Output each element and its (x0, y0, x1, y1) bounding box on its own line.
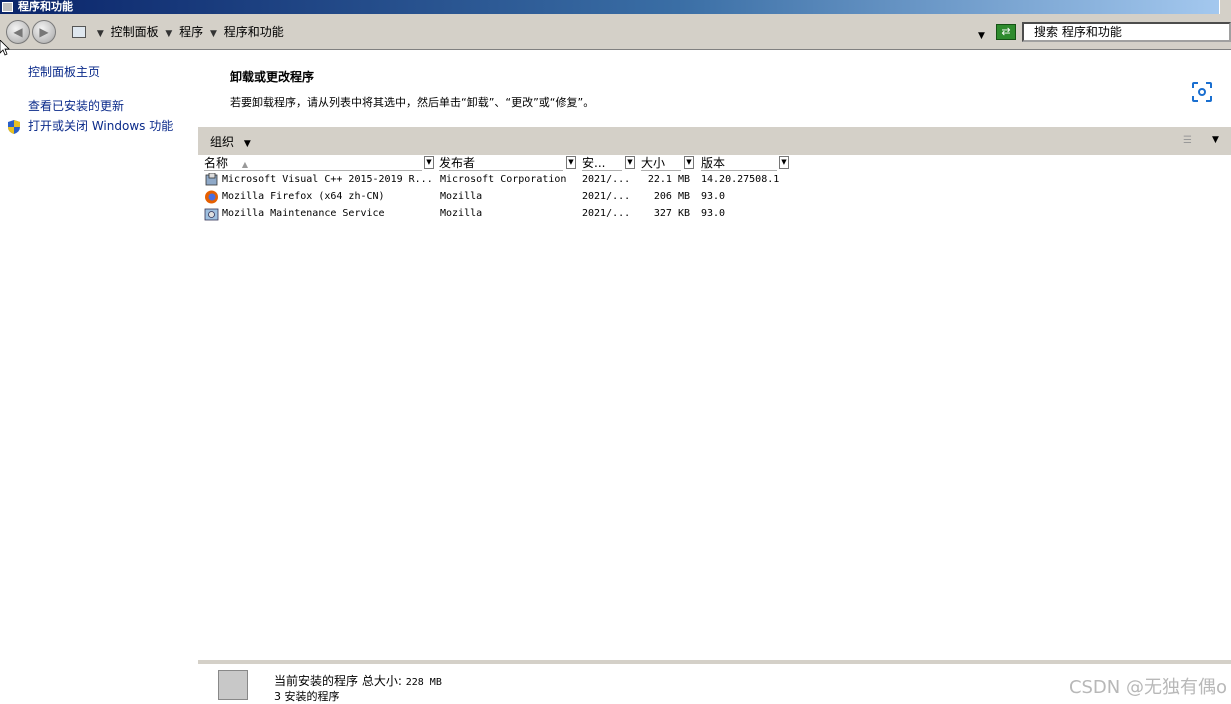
column-header-installed-on[interactable]: 安... (582, 156, 622, 171)
details-current-label: 当前安装的程序 (274, 674, 359, 688)
installer-icon (205, 173, 218, 186)
details-summary: 当前安装的程序 总大小: 228 MB (274, 672, 442, 689)
program-version: 93.0 (701, 191, 726, 202)
chevron-down-icon[interactable]: ▼ (97, 29, 104, 39)
program-name: Mozilla Firefox (x64 zh-CN) (222, 191, 385, 202)
sidebar-link-windows-features[interactable]: 打开或关闭 Windows 功能 (28, 117, 173, 134)
breadcrumb-programs-features[interactable]: 程序和功能 (224, 25, 284, 39)
program-size: 327 KB (653, 208, 690, 219)
column-header-name[interactable]: 名称 ▲ (204, 156, 422, 171)
breadcrumb[interactable]: ▼ 控制面板 ▼ 程序 ▼ 程序和功能 (72, 23, 992, 41)
details-total-size: 228 MB (405, 677, 442, 688)
sidebar-link-home[interactable]: 控制面板主页 (28, 63, 100, 80)
column-filter-publisher[interactable]: ▼ (566, 156, 576, 169)
view-options-icon[interactable]: ☰ (1183, 135, 1197, 147)
program-publisher: Mozilla (440, 208, 483, 219)
breadcrumb-programs[interactable]: 程序 (179, 25, 203, 39)
program-installed-on: 2021/... (582, 208, 631, 219)
window-titlebar[interactable]: 程序和功能 (0, 0, 1231, 14)
program-version: 14.20.27508.1 (701, 174, 780, 185)
sidebar-link-installed-updates[interactable]: 查看已安装的更新 (28, 97, 124, 114)
chevron-down-icon[interactable]: ▼ (165, 29, 172, 39)
sort-ascending-icon: ▲ (241, 160, 248, 169)
command-toolbar: 组织 ▼ ☰ ▼ (198, 127, 1231, 155)
sidebar: 控制面板主页 查看已安装的更新 打开或关闭 Windows 功能 (0, 50, 198, 697)
program-size: 206 MB (653, 191, 690, 202)
control-panel-icon (2, 2, 13, 12)
organize-label: 组织 (210, 135, 235, 149)
column-filter-installed-on[interactable]: ▼ (625, 156, 635, 169)
page-title: 卸载或更改程序 (230, 70, 315, 84)
control-panel-icon (72, 26, 86, 38)
programs-icon (218, 670, 248, 700)
column-header-version[interactable]: 版本 (701, 156, 777, 171)
details-total-label: 总大小: (361, 674, 402, 688)
program-publisher: Microsoft Corporation (440, 174, 567, 185)
address-dropdown-icon[interactable]: ▼ (978, 31, 985, 41)
column-header-name-label: 名称 (204, 156, 229, 170)
chevron-down-icon[interactable]: ▼ (210, 29, 217, 39)
maintenance-service-icon (204, 208, 219, 221)
table-row[interactable]: Mozilla Firefox (x64 zh-CN) Mozilla 2021… (204, 189, 804, 205)
table-row[interactable]: Microsoft Visual C++ 2015-2019 R... Micr… (204, 172, 804, 188)
organize-menu[interactable]: 组织 ▼ (210, 133, 251, 150)
column-header-size[interactable]: 大小 (641, 156, 681, 171)
watermark: CSDN @无独有偶o (1068, 677, 1227, 698)
refresh-button[interactable]: ⇄ (996, 24, 1016, 40)
screen-capture-icon[interactable] (1190, 80, 1214, 104)
program-version: 93.0 (701, 208, 726, 219)
details-program-count: 3 安装的程序 (274, 690, 340, 703)
program-size: 22.1 MB (647, 174, 690, 185)
column-filter-name[interactable]: ▼ (424, 156, 434, 169)
firefox-icon (205, 190, 218, 204)
page-description: 若要卸载程序，请从列表中将其选中，然后单击“卸载”、“更改”或“修复”。 (230, 96, 595, 109)
chevron-down-icon: ▼ (243, 139, 251, 149)
forward-button[interactable]: ▶ (32, 20, 56, 44)
program-installed-on: 2021/... (582, 191, 631, 202)
program-name: Mozilla Maintenance Service (222, 208, 385, 219)
column-filter-size[interactable]: ▼ (684, 156, 694, 169)
program-publisher: Mozilla (440, 191, 483, 202)
breadcrumb-control-panel[interactable]: 控制面板 (111, 25, 159, 39)
address-bar: ◀ ▶ ▼ 控制面板 ▼ 程序 ▼ 程序和功能 ▼ ⇄ 搜索 程序和功能 (0, 14, 1231, 50)
minimize-button[interactable] (1219, 0, 1231, 14)
program-name: Microsoft Visual C++ 2015-2019 R... (222, 174, 433, 185)
table-row[interactable]: Mozilla Maintenance Service Mozilla 2021… (204, 206, 804, 222)
shield-icon (8, 120, 20, 134)
chevron-down-icon[interactable]: ▼ (1212, 135, 1219, 145)
search-input[interactable]: 搜索 程序和功能 (1022, 22, 1231, 42)
window-title: 程序和功能 (18, 0, 73, 13)
column-header-publisher[interactable]: 发布者 (439, 156, 563, 171)
column-filter-version[interactable]: ▼ (779, 156, 789, 169)
program-installed-on: 2021/... (582, 174, 631, 185)
